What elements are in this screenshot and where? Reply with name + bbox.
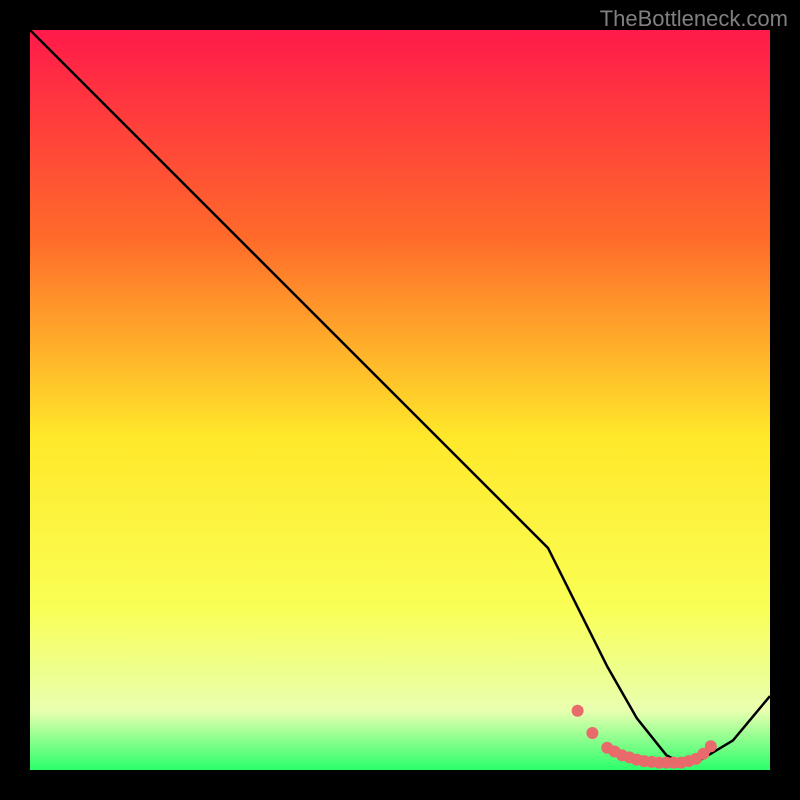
- marker-dot: [586, 727, 598, 739]
- plot-area: [30, 30, 770, 770]
- marker-dot: [705, 740, 717, 752]
- watermark-text: TheBottleneck.com: [600, 6, 788, 32]
- chart-container: TheBottleneck.com: [0, 0, 800, 800]
- marker-dot: [572, 705, 584, 717]
- chart-svg: [30, 30, 770, 770]
